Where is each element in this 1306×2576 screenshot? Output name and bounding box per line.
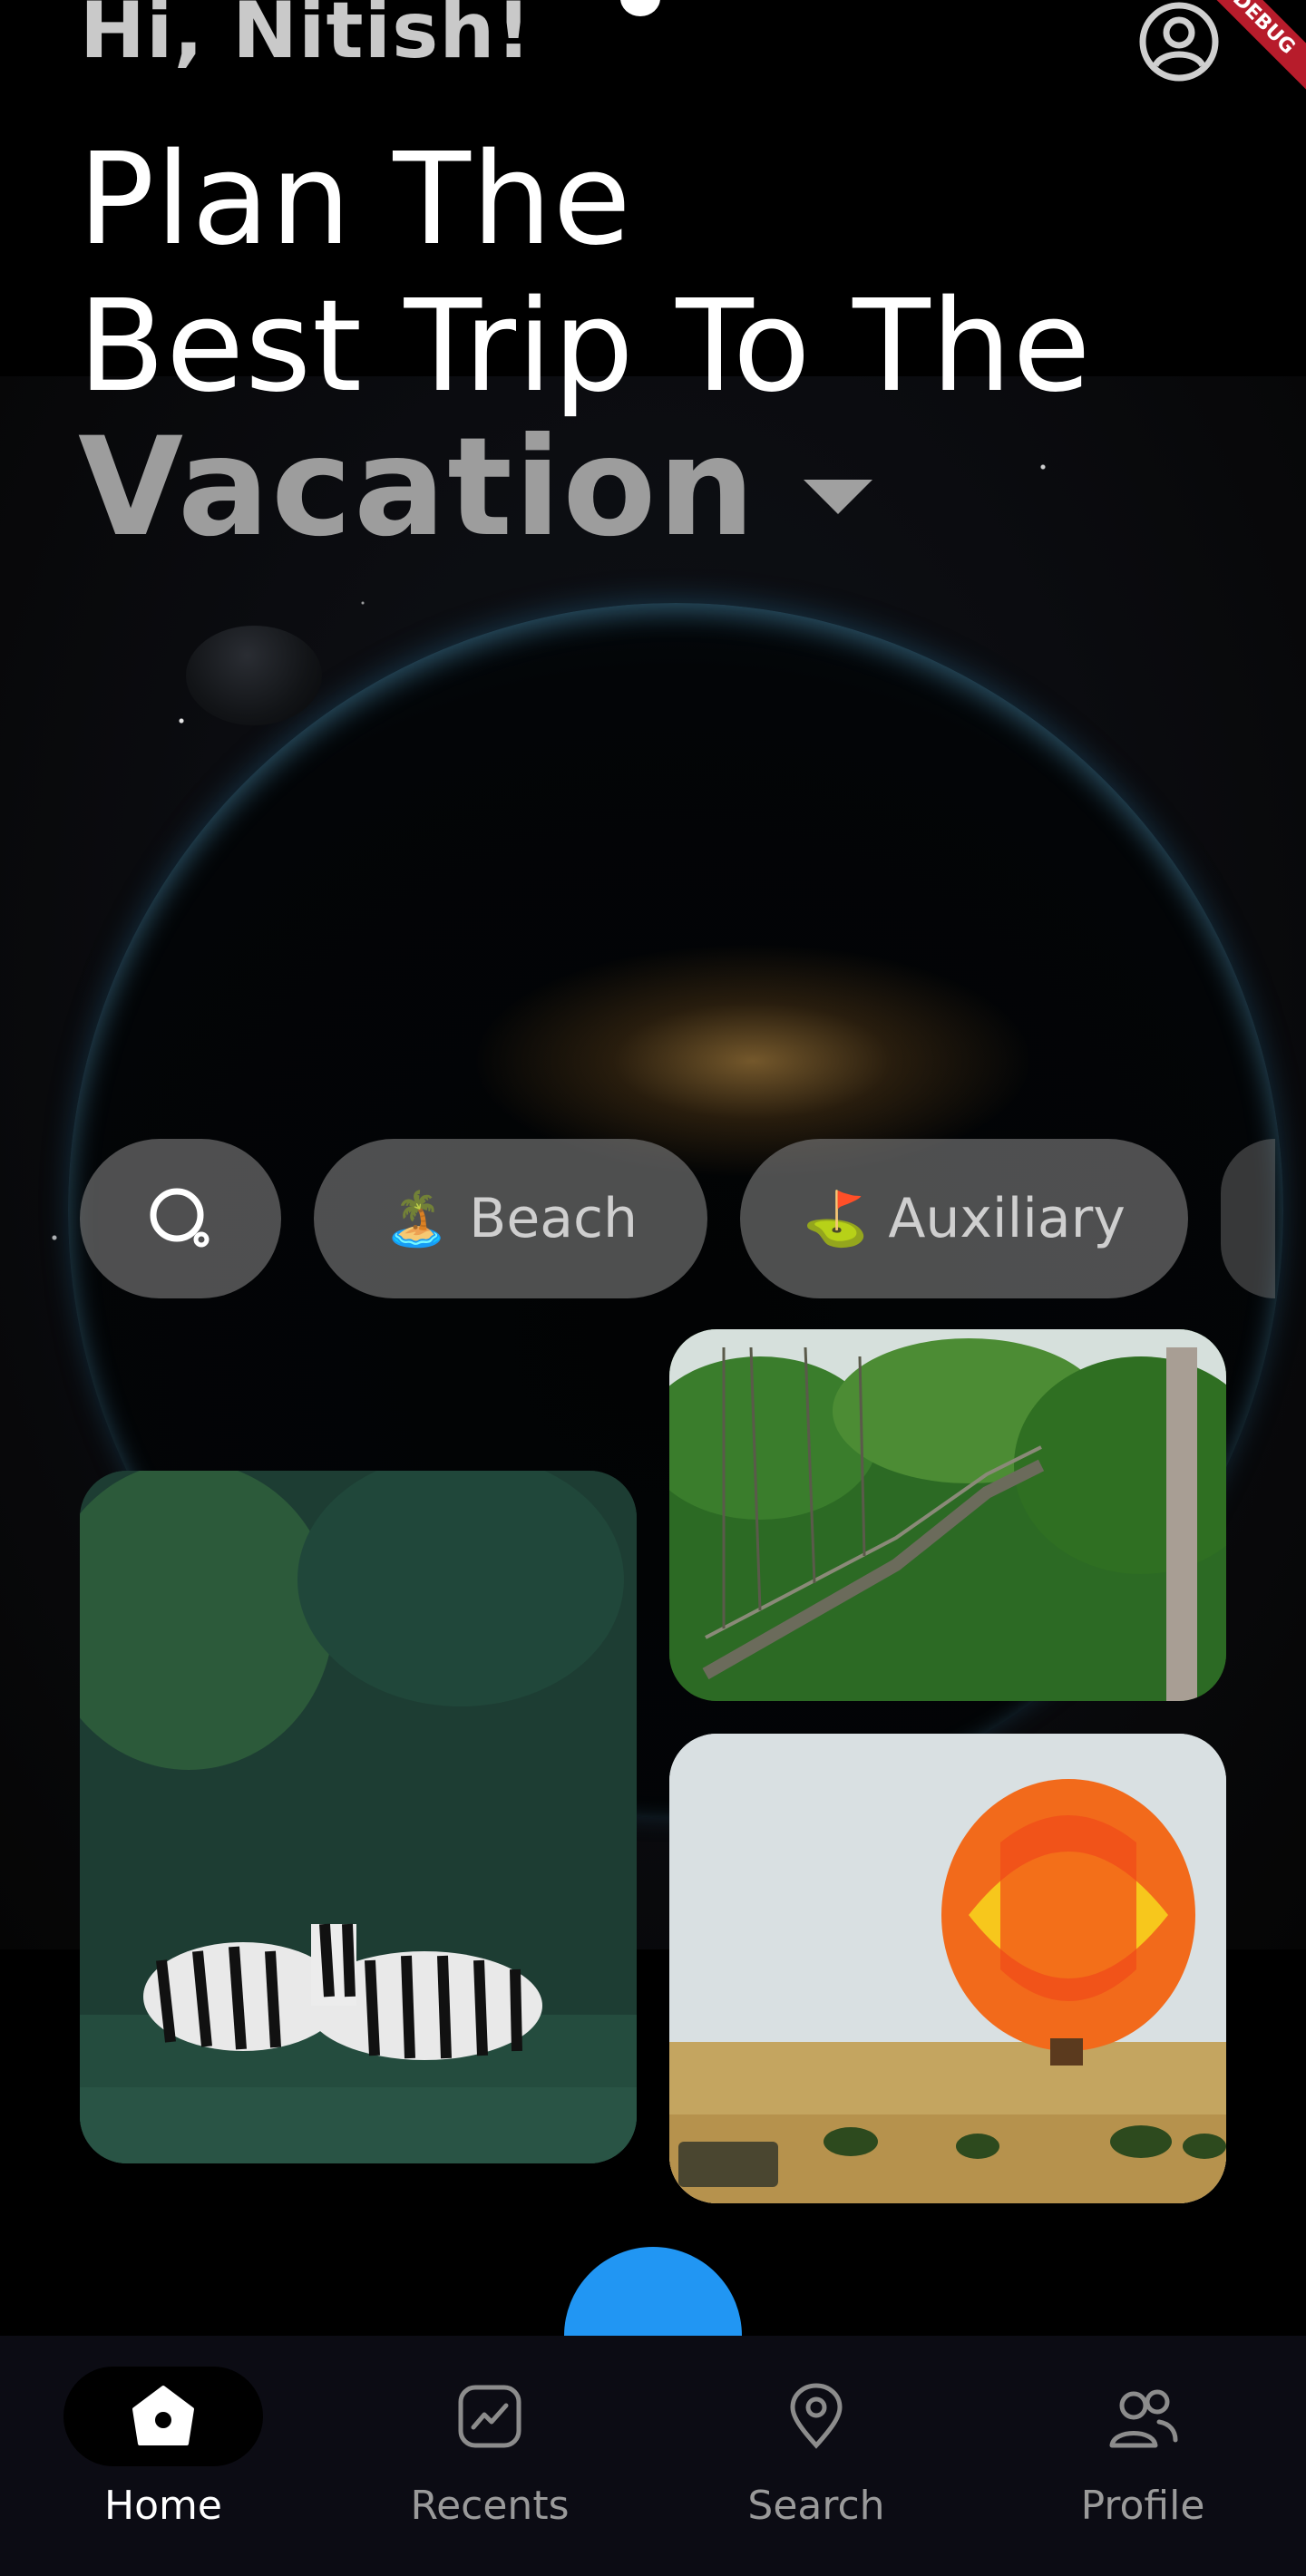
search-icon — [150, 1188, 210, 1248]
nav-profile-wrap — [1043, 2367, 1243, 2466]
headline-line-1: Plan The — [78, 126, 632, 274]
nav-search-wrap — [716, 2367, 916, 2466]
canopy-bridge-illustration — [669, 1329, 1226, 1701]
chip-auxiliary-label: Auxiliary — [888, 1187, 1126, 1250]
account-button[interactable] — [1137, 0, 1221, 83]
chip-beach[interactable]: 🏝️ Beach — [314, 1139, 707, 1298]
trending-icon — [458, 2385, 521, 2448]
nav-label-recents: Recents — [410, 2483, 570, 2529]
people-icon — [1109, 2389, 1178, 2448]
headline-line-2: Best Trip To The — [78, 273, 1092, 421]
location-pin-icon — [790, 2383, 843, 2449]
canopy-bridge-photo[interactable] — [669, 1329, 1226, 1701]
category-dropdown-value: Vacation — [78, 409, 757, 567]
hot-air-balloon-illustration — [669, 1734, 1226, 2203]
zebras-illustration — [80, 1471, 637, 2163]
moon-graphic — [186, 626, 322, 725]
nav-label-search: Search — [747, 2483, 885, 2529]
nav-label-profile: Profile — [1080, 2483, 1205, 2529]
chip-search[interactable] — [80, 1139, 281, 1298]
dropdown-arrow-icon — [804, 480, 873, 514]
nav-item-profile[interactable]: Profile — [1034, 2367, 1252, 2529]
category-dropdown[interactable]: Vacation — [78, 406, 873, 569]
golf-flag-emoji: ⛳ — [803, 1187, 869, 1249]
zebras-photo[interactable] — [80, 1471, 637, 2163]
nav-item-home[interactable]: Home — [54, 2367, 272, 2529]
chip-more-partial[interactable] — [1221, 1139, 1275, 1298]
bottom-navigation: Home Recents Search Profile — [0, 2336, 1306, 2576]
beach-emoji: 🏝️ — [383, 1187, 450, 1249]
nav-item-recents[interactable]: Recents — [381, 2367, 599, 2529]
greeting-text: Hi, Nitish! — [80, 0, 532, 76]
camera-notch — [620, 0, 660, 16]
page-headline: Plan The Best Trip To The — [78, 127, 1092, 421]
nav-recents-wrap — [390, 2367, 590, 2466]
nav-home-indicator — [63, 2367, 263, 2466]
nav-item-search[interactable]: Search — [707, 2367, 925, 2529]
account-circle-icon — [1139, 2, 1219, 82]
chip-auxiliary[interactable]: ⛳ Auxiliary — [740, 1139, 1188, 1298]
filter-chips: 🏝️ Beach ⛳ Auxiliary — [80, 1139, 1275, 1298]
nav-label-home: Home — [104, 2483, 222, 2529]
chip-beach-label: Beach — [469, 1187, 638, 1250]
hot-air-balloon-photo[interactable] — [669, 1734, 1226, 2203]
home-icon — [132, 2386, 194, 2445]
